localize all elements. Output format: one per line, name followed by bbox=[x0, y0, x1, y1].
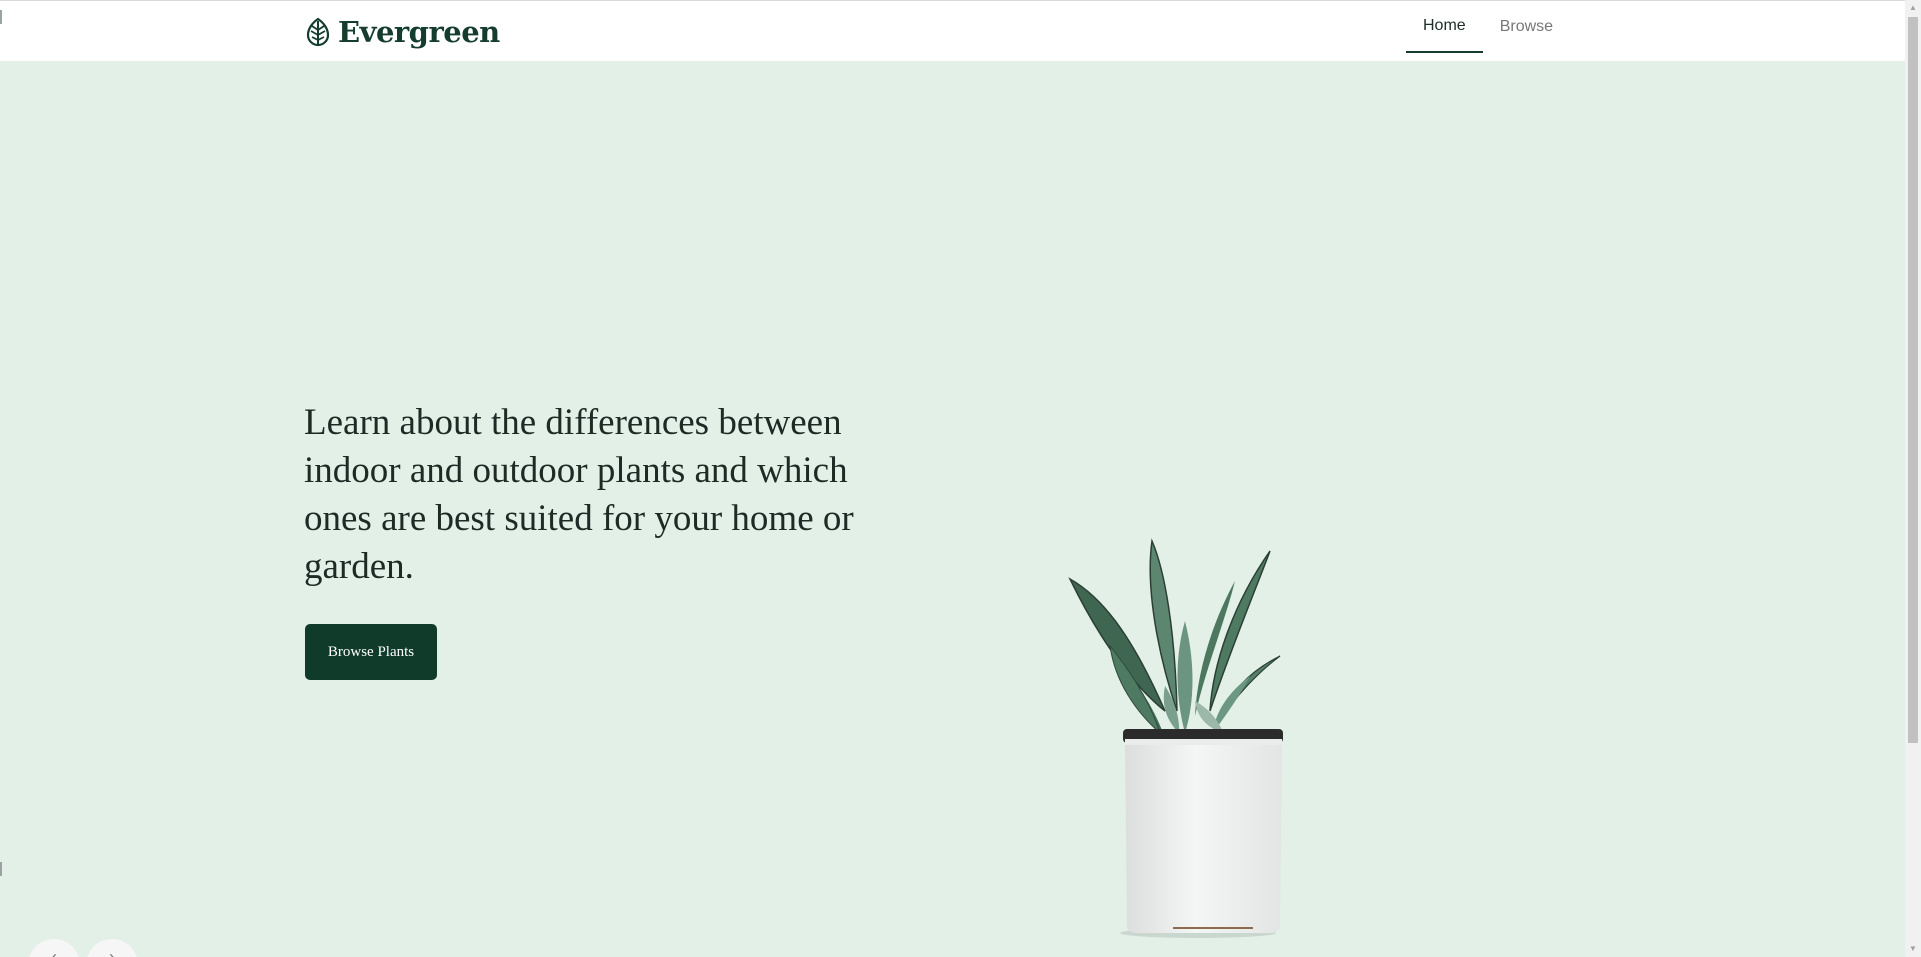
browse-plants-button[interactable]: Browse Plants bbox=[305, 624, 437, 680]
scroll-down-icon[interactable]: ▼ bbox=[1905, 941, 1921, 957]
hero-headline: Learn about the differences between indo… bbox=[304, 402, 854, 587]
vertical-scrollbar[interactable]: ▲ ▼ bbox=[1905, 0, 1921, 957]
main-nav: Home Browse bbox=[1406, 1, 1570, 53]
slider-prev-button[interactable]: ‹ bbox=[28, 939, 80, 957]
scroll-thumb[interactable] bbox=[1908, 17, 1918, 743]
scroll-up-icon[interactable]: ▲ bbox=[1905, 0, 1921, 16]
nav-browse[interactable]: Browse bbox=[1483, 1, 1570, 53]
slider-next-button[interactable]: › bbox=[86, 939, 138, 957]
nav-home[interactable]: Home bbox=[1406, 1, 1483, 53]
page: Evergreen Home Browse Learn about the di… bbox=[0, 0, 1921, 957]
edge-marker bbox=[0, 862, 2, 876]
brand-logo[interactable]: Evergreen bbox=[304, 15, 500, 49]
hero-section: Learn about the differences between indo… bbox=[0, 61, 1905, 957]
potted-succulent-image bbox=[1045, 471, 1290, 941]
leaf-icon bbox=[304, 17, 332, 47]
site-header: Evergreen Home Browse bbox=[0, 1, 1905, 61]
brand-name: Evergreen bbox=[338, 15, 500, 49]
edge-marker bbox=[0, 10, 2, 24]
